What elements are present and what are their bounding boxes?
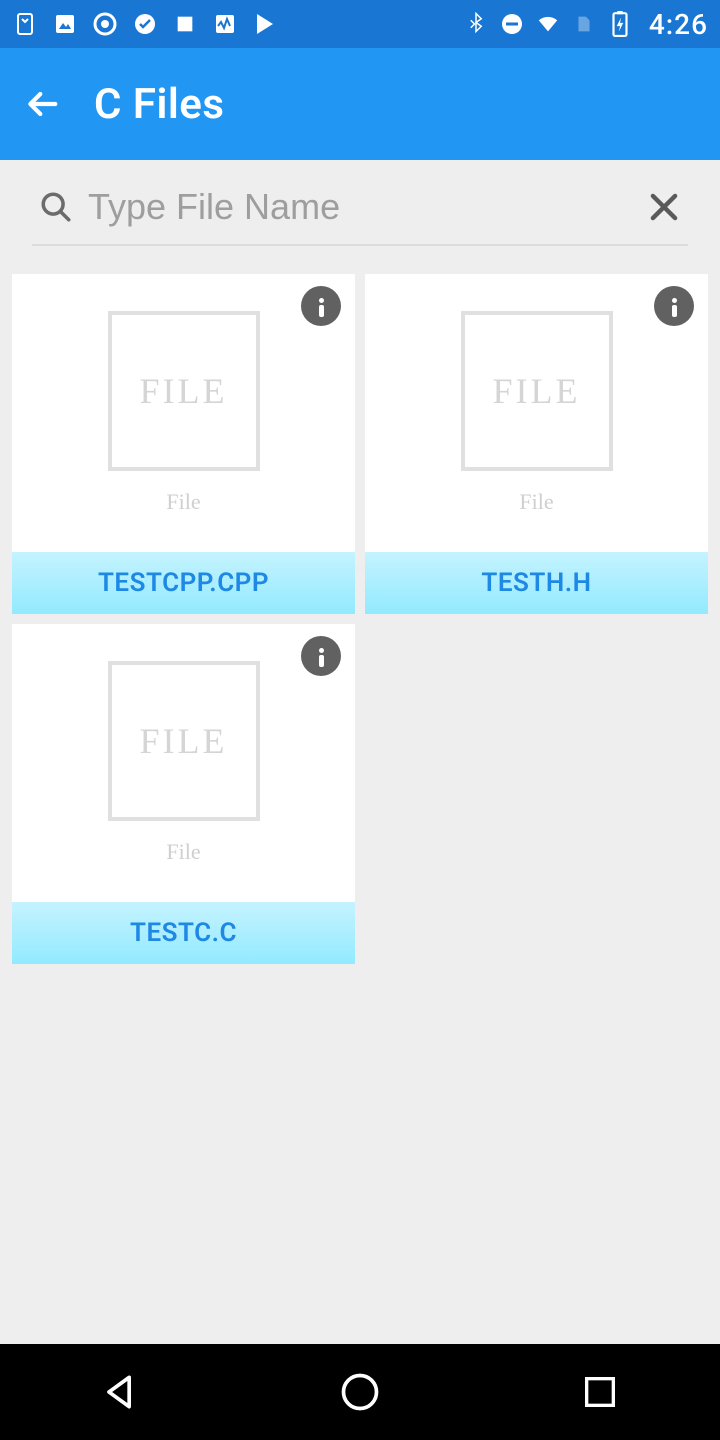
activity-icon bbox=[212, 11, 238, 37]
record-icon bbox=[92, 11, 118, 37]
close-icon bbox=[645, 188, 683, 226]
system-nav-bar bbox=[0, 1344, 720, 1440]
page-title: C Files bbox=[94, 80, 225, 129]
do-not-disturb-icon bbox=[499, 11, 525, 37]
info-icon bbox=[319, 298, 324, 303]
file-card[interactable]: FILE File TESTC.C bbox=[12, 624, 355, 964]
status-clock: 4:26 bbox=[649, 8, 708, 41]
wifi-icon bbox=[535, 11, 561, 37]
search-icon bbox=[32, 183, 80, 231]
info-icon bbox=[319, 648, 324, 653]
file-name: TESTCPP.CPP bbox=[98, 568, 269, 598]
file-name-bar: TESTH.H bbox=[365, 552, 708, 614]
thumb-caption: File bbox=[166, 839, 200, 865]
status-right-icons: 4:26 bbox=[463, 8, 708, 41]
file-name-bar: TESTCPP.CPP bbox=[12, 552, 355, 614]
file-info-button[interactable] bbox=[301, 286, 341, 326]
thumb-label: FILE bbox=[140, 370, 228, 412]
file-card[interactable]: FILE File TESTH.H bbox=[365, 274, 708, 614]
file-name: TESTC.C bbox=[130, 918, 237, 948]
image-icon bbox=[52, 11, 78, 37]
thumb-caption: File bbox=[519, 489, 553, 515]
nav-back-button[interactable] bbox=[60, 1362, 180, 1422]
info-icon bbox=[672, 298, 677, 303]
nav-home-button[interactable] bbox=[300, 1362, 420, 1422]
thumb-label: FILE bbox=[493, 370, 581, 412]
file-info-button[interactable] bbox=[654, 286, 694, 326]
nav-recent-button[interactable] bbox=[540, 1362, 660, 1422]
status-left-icons bbox=[12, 11, 278, 37]
play-store-icon bbox=[252, 11, 278, 37]
thumb-label: FILE bbox=[140, 720, 228, 762]
clear-search-button[interactable] bbox=[640, 183, 688, 231]
no-sim-icon bbox=[571, 11, 597, 37]
file-name-bar: TESTC.C bbox=[12, 902, 355, 964]
file-name: TESTH.H bbox=[481, 568, 591, 598]
status-bar: 4:26 bbox=[0, 0, 720, 48]
check-circle-icon bbox=[132, 11, 158, 37]
app-bar: C Files bbox=[0, 48, 720, 160]
square-recent-icon bbox=[580, 1372, 620, 1412]
file-grid: FILE File TESTCPP.CPP FILE File TESTH.H … bbox=[0, 264, 720, 1344]
arrow-left-icon bbox=[22, 84, 62, 124]
search-row bbox=[32, 182, 688, 246]
bluetooth-icon bbox=[463, 11, 489, 37]
back-button[interactable] bbox=[18, 80, 66, 128]
screenshot-icon bbox=[12, 11, 38, 37]
file-info-button[interactable] bbox=[301, 636, 341, 676]
thumb-caption: File bbox=[166, 489, 200, 515]
file-card[interactable]: FILE File TESTCPP.CPP bbox=[12, 274, 355, 614]
triangle-back-icon bbox=[98, 1370, 142, 1414]
stop-icon bbox=[172, 11, 198, 37]
battery-charging-icon bbox=[607, 11, 633, 37]
search-input[interactable] bbox=[88, 182, 640, 232]
circle-home-icon bbox=[338, 1370, 382, 1414]
